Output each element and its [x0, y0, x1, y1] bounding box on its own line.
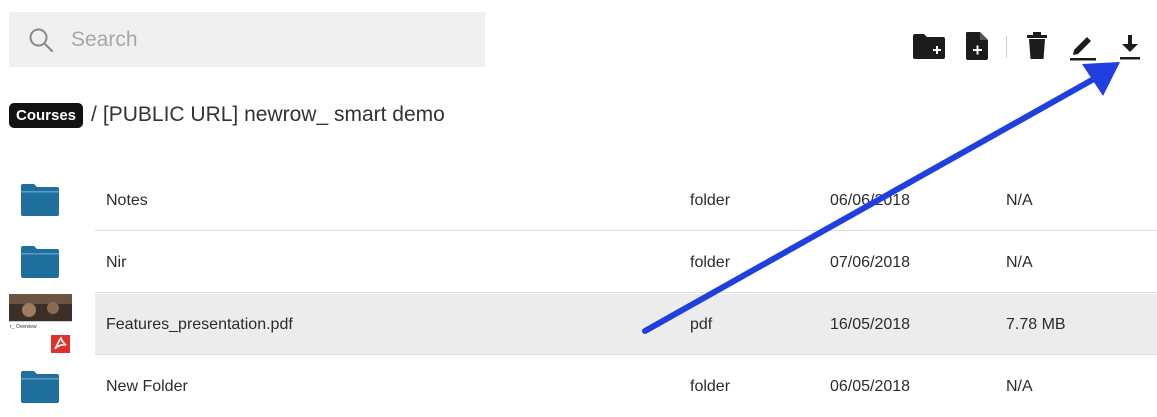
file-size: N/A	[1006, 191, 1033, 209]
file-size: 7.78 MB	[1006, 315, 1066, 333]
file-date: 16/05/2018	[830, 315, 911, 333]
file-row[interactable]: Nir folder 07/06/2018 N/A	[0, 232, 1157, 293]
add-file-icon	[966, 32, 988, 60]
toolbar-divider	[1006, 36, 1007, 58]
file-type: folder	[690, 191, 731, 209]
folder-icon	[21, 371, 59, 403]
file-name: Nir	[106, 253, 127, 271]
breadcrumb-current: [PUBLIC URL] newrow_ smart demo	[102, 103, 445, 126]
file-type: folder	[690, 377, 731, 395]
file-date: 06/05/2018	[830, 377, 911, 395]
folder-icon	[21, 184, 59, 216]
file-type: folder	[690, 253, 731, 271]
file-size: N/A	[1006, 253, 1033, 271]
add-folder-button[interactable]	[912, 30, 946, 62]
search-input[interactable]	[69, 24, 473, 56]
folder-icon	[21, 246, 59, 278]
breadcrumb: Courses / [PUBLIC URL] newrow_ smart dem…	[9, 99, 445, 131]
file-name: Features_presentation.pdf	[106, 315, 293, 333]
row-divider	[95, 230, 1157, 231]
add-file-button[interactable]	[964, 30, 990, 62]
breadcrumb-separator: /	[91, 103, 97, 126]
file-row[interactable]: Notes folder 06/06/2018 N/A	[0, 170, 1157, 231]
file-name: Notes	[106, 191, 148, 209]
download-icon	[1120, 35, 1140, 60]
file-row-selected[interactable]: r_ Overview Features_presentation.pdf pd…	[0, 294, 1157, 355]
pdf-thumbnail-caption: r_ Overview	[10, 324, 37, 330]
file-name: New Folder	[106, 377, 188, 395]
breadcrumb-root-link[interactable]: Courses	[9, 102, 84, 128]
file-date: 06/06/2018	[830, 191, 911, 209]
edit-icon	[1070, 37, 1096, 61]
search-box[interactable]	[9, 12, 485, 67]
delete-button[interactable]	[1025, 30, 1049, 62]
add-folder-icon	[913, 34, 945, 59]
row-divider	[95, 292, 1157, 293]
download-button[interactable]	[1116, 30, 1144, 62]
file-row[interactable]: New Folder folder 06/05/2018 N/A	[0, 356, 1157, 417]
trash-icon	[1027, 32, 1047, 59]
file-type: pdf	[690, 315, 713, 333]
search-icon	[29, 28, 54, 53]
file-size: N/A	[1006, 377, 1033, 395]
rename-button[interactable]	[1068, 30, 1098, 62]
file-date: 07/06/2018	[830, 253, 911, 271]
pdf-thumbnail: r_ Overview	[9, 294, 72, 355]
